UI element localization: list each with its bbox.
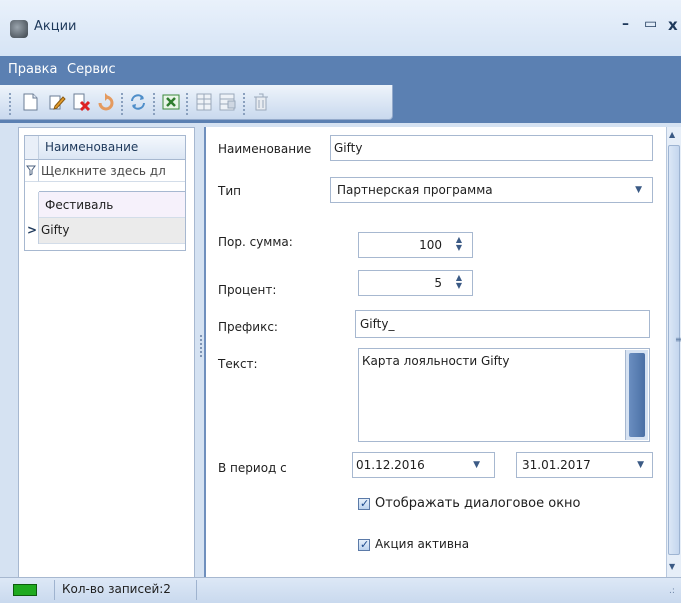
name-field-value: Gifty [334, 141, 363, 155]
prefix-field-value: Gifty_ [360, 317, 395, 331]
name-field[interactable]: Gifty [330, 135, 653, 161]
minimize-button[interactable]: – [622, 16, 629, 32]
window-title: Акции [34, 19, 77, 34]
refresh-icon[interactable] [127, 91, 149, 113]
text-label: Текст: [218, 357, 258, 371]
date-from-picker[interactable]: 01.12.2016 ▼ [352, 452, 495, 478]
show-dialog-label[interactable]: Отображать диалоговое окно [375, 496, 581, 511]
splitter-grip[interactable] [200, 335, 202, 359]
text-area-scroll-thumb[interactable] [629, 353, 645, 437]
name-label: Наименование [218, 142, 312, 156]
text-area-value: Карта лояльности Gifty [362, 354, 510, 368]
columns-settings-icon[interactable] [216, 91, 238, 113]
toolbar-separator [121, 93, 123, 115]
table-row[interactable]: Фестиваль [39, 192, 185, 218]
chevron-down-icon[interactable]: ▼ [473, 460, 480, 470]
check-icon: ✓ [360, 497, 370, 510]
percent-label: Процент: [218, 283, 277, 297]
date-to-value: 31.01.2017 [522, 458, 591, 472]
threshold-spinner[interactable]: 100 ▲ ▼ [358, 232, 473, 258]
columns-icon[interactable] [193, 91, 215, 113]
close-button[interactable]: x [668, 16, 678, 34]
form-scroll-thumb[interactable] [668, 145, 680, 555]
resize-grip-icon[interactable]: .: [669, 586, 675, 596]
spin-arrows-icon[interactable]: ▲ ▼ [454, 274, 464, 290]
status-indicator [13, 584, 37, 596]
records-count: Кол-во записей:2 [62, 582, 171, 596]
check-icon: ✓ [360, 538, 370, 551]
active-checkbox[interactable]: ✓ [358, 538, 370, 551]
period-label: В период с [218, 461, 287, 475]
scroll-down-icon[interactable]: ▼ [669, 562, 675, 571]
text-area[interactable]: Карта лояльности Gifty [358, 348, 650, 442]
maximize-button[interactable]: ▭ [644, 16, 657, 32]
show-dialog-checkbox[interactable]: ✓ [358, 497, 370, 510]
type-label: Тип [218, 184, 241, 198]
delete-icon[interactable] [70, 91, 92, 113]
chevron-down-icon[interactable]: ▼ [637, 460, 644, 470]
title-bar [0, 0, 681, 56]
row-indicator [25, 192, 39, 218]
excel-export-icon[interactable] [160, 91, 182, 113]
app-icon [10, 20, 28, 38]
edit-icon[interactable] [46, 91, 68, 113]
type-dropdown[interactable]: Партнерская программа ▼ [330, 177, 653, 203]
spin-arrows-icon[interactable]: ▲ ▼ [454, 236, 464, 252]
status-divider [196, 580, 197, 600]
threshold-value: 100 [419, 238, 442, 252]
active-label[interactable]: Акция активна [375, 537, 469, 551]
chevron-down-icon[interactable]: ▼ [635, 185, 642, 195]
percent-spinner[interactable]: 5 ▲ ▼ [358, 270, 473, 296]
date-to-picker[interactable]: 31.01.2017 ▼ [516, 452, 653, 478]
undo-icon[interactable] [94, 91, 116, 113]
percent-value: 5 [434, 276, 442, 290]
new-document-icon[interactable] [19, 91, 41, 113]
current-row-indicator: > [25, 218, 39, 244]
toolbar-separator [243, 93, 245, 115]
filter-icon [25, 160, 39, 182]
filter-row-input[interactable]: Щелкните здесь дл [39, 160, 185, 182]
prefix-field[interactable]: Gifty_ [355, 310, 650, 338]
grid-spacer [39, 182, 185, 192]
type-dropdown-value: Партнерская программа [337, 183, 493, 197]
scroll-grip-icon: ≡ [675, 335, 681, 344]
text-area-scrollbar[interactable] [625, 350, 648, 440]
column-header-name[interactable]: Наименование [39, 136, 185, 160]
grid-corner [25, 136, 39, 160]
threshold-label: Пор. сумма: [218, 235, 293, 249]
toolbar-grip [9, 93, 11, 115]
scroll-up-icon[interactable]: ▲ [669, 130, 675, 139]
prefix-label: Префикс: [218, 320, 278, 334]
status-divider [54, 580, 55, 600]
trash-icon[interactable] [250, 91, 272, 113]
menu-service[interactable]: Сервис [67, 62, 116, 77]
toolbar-separator [153, 93, 155, 115]
promotions-grid: Наименование Щелкните здесь дл Фестиваль… [24, 135, 186, 251]
table-row-selected[interactable]: Gifty [39, 218, 185, 244]
date-from-value: 01.12.2016 [356, 458, 425, 472]
toolbar-separator [186, 93, 188, 115]
menu-edit[interactable]: Правка [8, 62, 57, 77]
